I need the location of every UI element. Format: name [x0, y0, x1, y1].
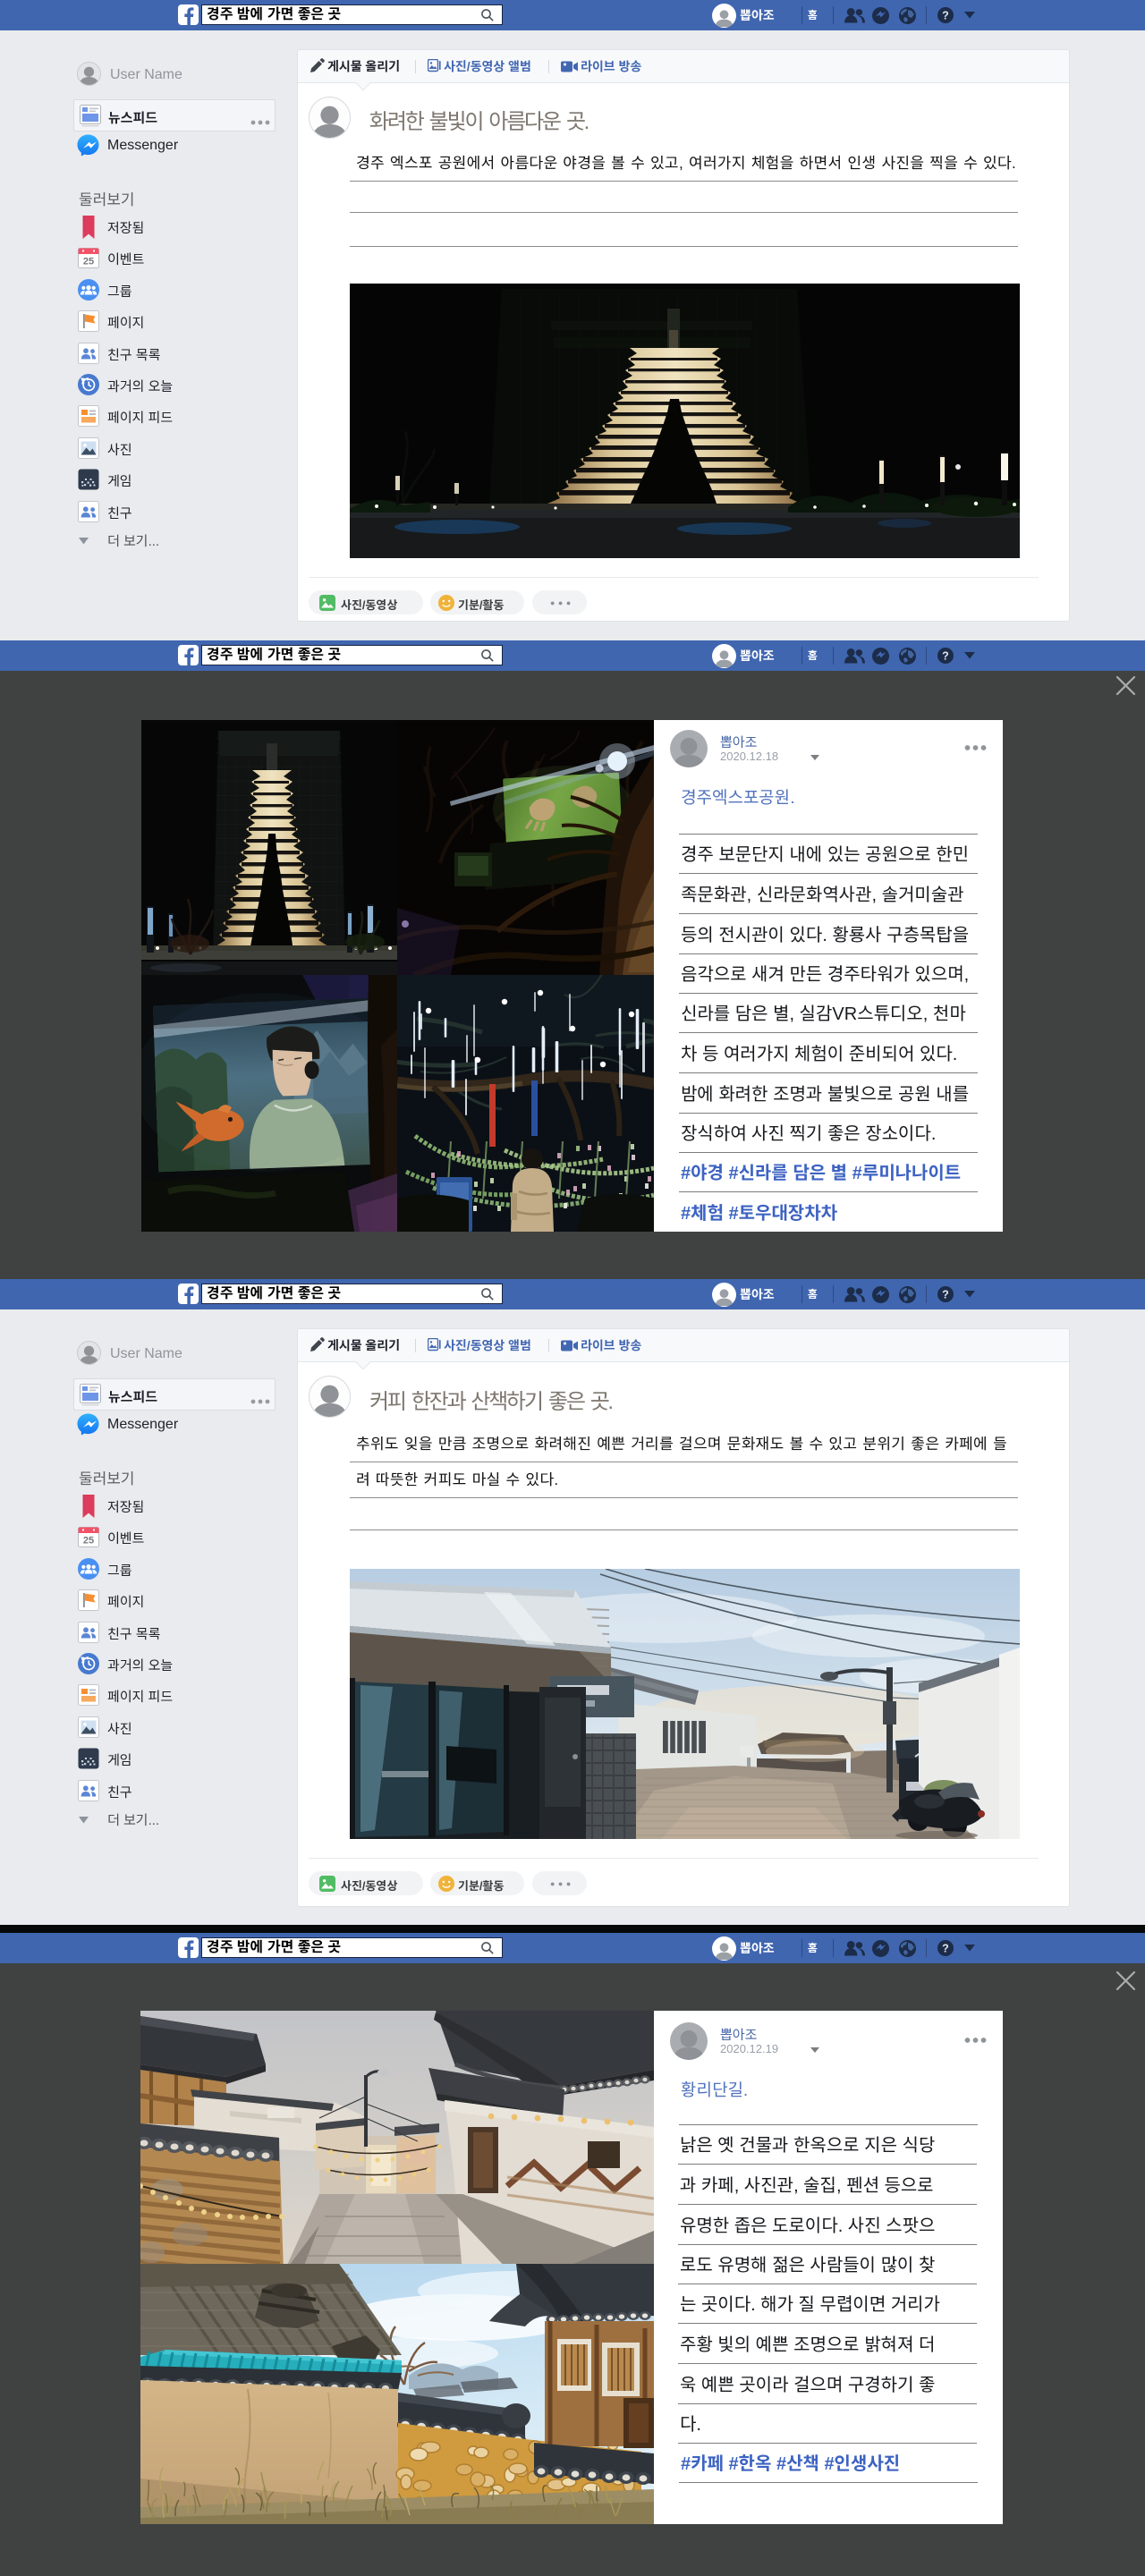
svg-text:?: ?: [942, 649, 949, 662]
svg-text:?: ?: [942, 1288, 949, 1301]
svg-text:25: 25: [83, 257, 94, 267]
svg-text:?: ?: [942, 1942, 949, 1954]
svg-text:25: 25: [83, 1536, 94, 1546]
svg-text:?: ?: [942, 9, 949, 21]
